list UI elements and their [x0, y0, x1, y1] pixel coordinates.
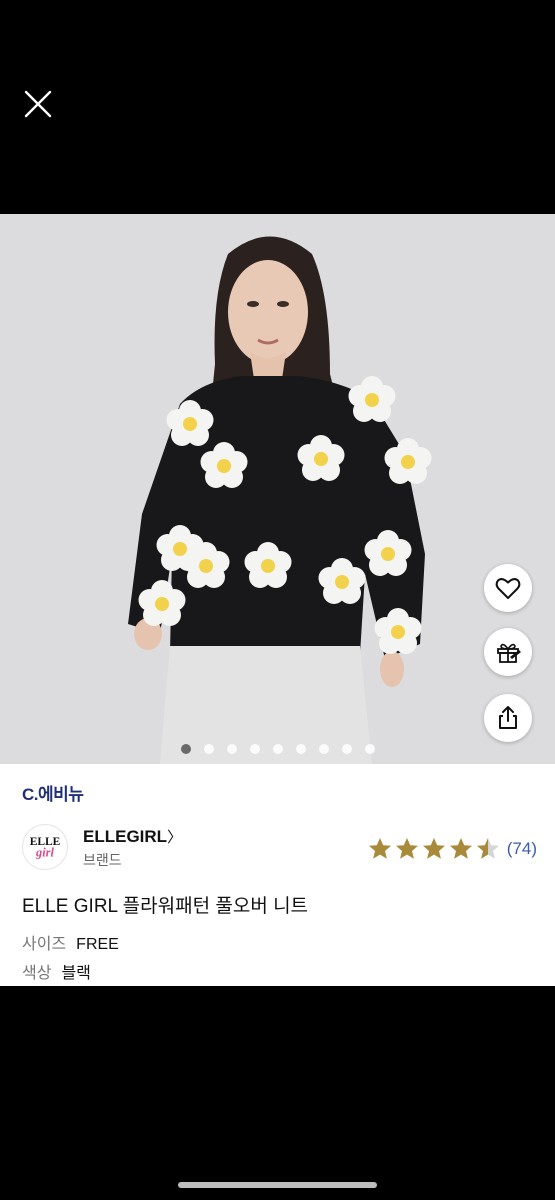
star-icon	[476, 838, 499, 859]
pagination-dot[interactable]	[180, 744, 191, 754]
gift-icon	[497, 643, 521, 663]
product-info-panel: C.에비뉴 ELLE girl ELLEGIRL〉 브랜드 (74) ELLE …	[0, 764, 555, 986]
pagination-dot[interactable]	[295, 744, 306, 754]
svg-text:girl: girl	[35, 846, 54, 860]
gallery-pagination	[0, 744, 555, 754]
star-icon	[422, 838, 445, 859]
shop-name[interactable]: C.에비뉴	[22, 780, 84, 805]
heart-icon	[495, 578, 521, 599]
review-count[interactable]: (74)	[507, 839, 537, 859]
pagination-dot[interactable]	[364, 744, 375, 754]
share-icon	[499, 706, 517, 729]
size-row: 사이즈 FREE	[22, 930, 119, 954]
pagination-dot[interactable]	[203, 744, 214, 754]
favorite-button[interactable]	[484, 564, 532, 612]
pagination-dot[interactable]	[249, 744, 260, 754]
home-indicator[interactable]	[178, 1182, 377, 1188]
rating-stars	[367, 836, 501, 862]
size-value: FREE	[76, 936, 119, 953]
brand-name-link[interactable]: ELLEGIRL〉	[83, 826, 182, 847]
star-icon	[449, 838, 472, 859]
product-image[interactable]	[0, 214, 555, 764]
product-screen: C.에비뉴 ELLE girl ELLEGIRL〉 브랜드 (74) ELLE …	[0, 0, 555, 1200]
pagination-dot[interactable]	[226, 744, 237, 754]
pagination-dot[interactable]	[341, 744, 352, 754]
chevron-right-icon: 〉	[167, 829, 183, 846]
product-photo-illustration	[0, 214, 555, 764]
pagination-dot[interactable]	[318, 744, 329, 754]
close-button[interactable]	[20, 86, 56, 122]
color-value: 블랙	[61, 965, 91, 982]
color-row: 색상 블랙	[22, 959, 91, 983]
share-button[interactable]	[484, 694, 532, 742]
star-icon	[395, 838, 418, 859]
product-rating[interactable]: (74)	[367, 836, 537, 862]
size-label: 사이즈	[22, 936, 67, 953]
color-label: 색상	[22, 965, 52, 982]
elle-girl-logo: ELLE girl	[30, 836, 61, 860]
close-icon	[24, 90, 52, 118]
star-icon	[368, 838, 391, 859]
product-title: ELLE GIRL 플라워패턴 풀오버 니트	[22, 896, 309, 917]
pagination-dot[interactable]	[272, 744, 283, 754]
brand-logo[interactable]: ELLE girl	[22, 824, 68, 870]
gift-button[interactable]	[484, 628, 532, 676]
brand-name: ELLEGIRL	[83, 827, 168, 846]
brand-subtitle: 브랜드	[83, 852, 122, 868]
